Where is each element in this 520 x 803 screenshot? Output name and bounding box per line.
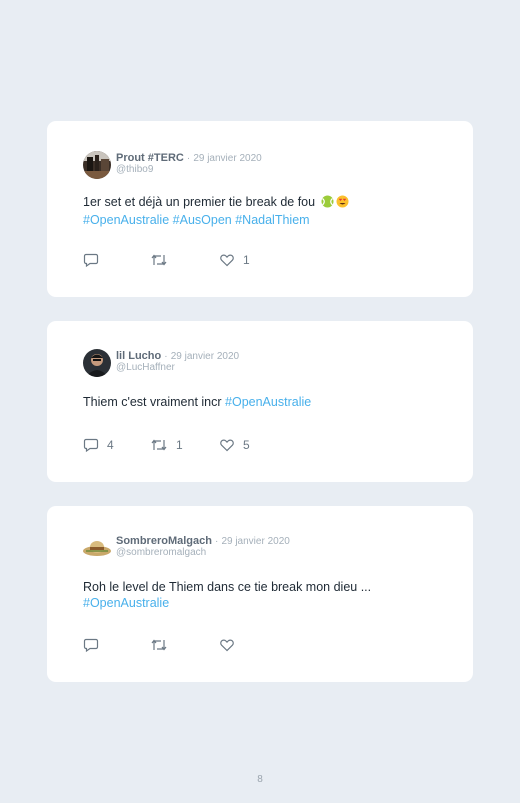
avatar[interactable] [83,534,111,562]
tweet-text: 1er set et déjà un premier tie break de … [83,194,453,228]
hashtag-link[interactable]: #OpenAustralie [225,395,311,409]
author-name[interactable]: Prout #TERC [116,152,184,164]
tweet-card[interactable]: SombreroMalgach · 29 janvier 2020 @sombr… [47,506,473,682]
retweet-icon [150,637,168,653]
tweet-date[interactable]: 29 janvier 2020 [221,536,289,547]
tweet-text: Roh le level de Thiem dans ce tie break … [83,579,453,611]
reply-button[interactable]: 4 [83,436,114,454]
separator: · [215,536,219,547]
avatar[interactable] [83,151,111,179]
hashtag-link[interactable]: #AusOpen [173,213,232,227]
hashtag-link[interactable]: #OpenAustralie [83,213,169,227]
like-button[interactable] [219,636,243,654]
retweet-button[interactable] [150,251,176,269]
like-count: 1 [243,253,250,267]
reply-count: 4 [107,438,114,452]
retweet-button[interactable] [150,636,176,654]
reply-icon [83,437,99,453]
tweet-date[interactable]: 29 janvier 2020 [171,351,239,362]
tweet-header: lil Lucho · 29 janvier 2020 @LucHaffner [83,349,453,379]
author-name[interactable]: SombreroMalgach [116,535,212,547]
hashtag-link[interactable]: #NadalThiem [235,213,309,227]
tweet-actions: 1 [83,251,453,269]
heart-eyes-icon [336,195,349,212]
separator: · [186,153,191,164]
tweet-header: SombreroMalgach · 29 janvier 2020 @sombr… [83,534,453,564]
tweet-actions: 4 1 5 [83,436,453,454]
heart-icon [219,637,235,653]
tweet-date[interactable]: 29 janvier 2020 [193,153,261,164]
like-button[interactable]: 1 [219,251,250,269]
tweet-card[interactable]: lil Lucho · 29 janvier 2020 @LucHaffner … [47,321,473,482]
like-button[interactable]: 5 [219,436,250,454]
retweet-button[interactable]: 1 [150,436,183,454]
author-handle[interactable]: @sombreromalgach [116,547,206,558]
tennis-ball-icon [321,195,334,212]
author-handle[interactable]: @LucHaffner [116,362,175,373]
tweet-body: Roh le level de Thiem dans ce tie break … [83,580,372,594]
tweet-header: Prout #TERC · 29 janvier 2020 @thibo9 [83,151,453,181]
retweet-icon [150,437,168,453]
heart-icon [219,252,235,268]
retweet-count: 1 [176,438,183,452]
author-handle[interactable]: @thibo9 [116,164,153,175]
reply-icon [83,637,99,653]
tweet-actions [83,636,453,654]
hashtag-link[interactable]: #OpenAustralie [83,596,169,610]
tweet-card[interactable]: Prout #TERC · 29 janvier 2020 @thibo9 1e… [47,121,473,297]
heart-icon [219,437,235,453]
tweet-body: Thiem c'est vraiment incr [83,395,222,409]
reply-button[interactable] [83,251,107,269]
reply-button[interactable] [83,636,107,654]
separator: · [164,351,168,362]
tweet-body: 1er set et déjà un premier tie break de … [83,195,316,209]
page-number: 8 [257,774,263,785]
reply-icon [83,252,99,268]
retweet-icon [150,252,168,268]
author-name[interactable]: lil Lucho [116,350,161,362]
tweet-text: Thiem c'est vraiment incr #OpenAustralie [83,394,453,410]
like-count: 5 [243,438,250,452]
avatar[interactable] [83,349,111,377]
